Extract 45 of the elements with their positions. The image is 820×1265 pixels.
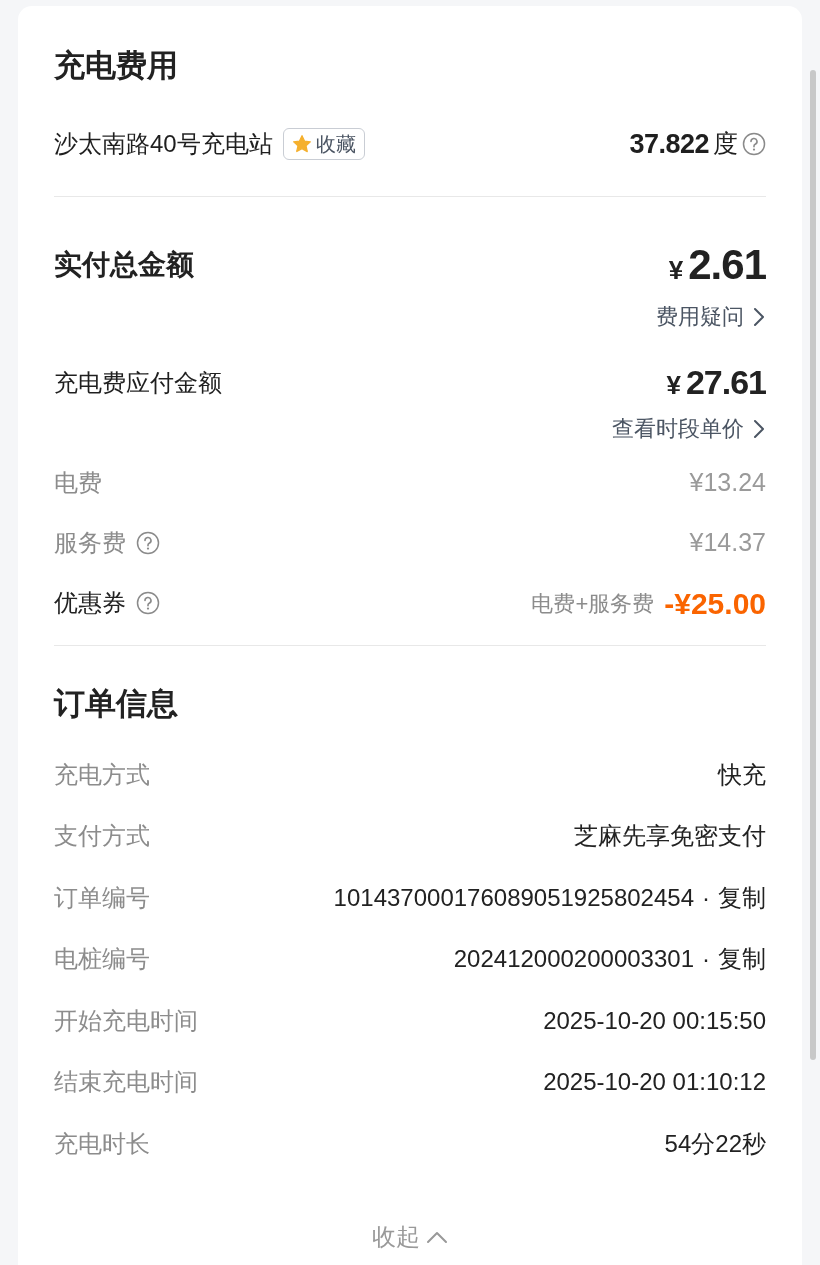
amount-label: 充电费应付金额: [54, 367, 222, 398]
section-title: 充电费用: [54, 47, 179, 85]
info-value: 101437000176089051925802454: [333, 882, 694, 913]
info-value: 54分22秒: [664, 1128, 766, 1159]
star-icon: [291, 134, 312, 154]
energy-unit: 度: [713, 128, 738, 160]
separator-dot: ·: [702, 882, 710, 913]
chevron-right-icon: [752, 417, 766, 440]
energy-amount: 37.822: [629, 127, 709, 161]
chevron-up-icon: [426, 1229, 448, 1244]
info-label: 开始充电时间: [54, 1005, 198, 1036]
separator-dot: ·: [702, 944, 710, 975]
info-label: 支付方式: [54, 821, 150, 852]
discount-scope: 电费+服务费: [531, 589, 655, 618]
fee-amount: ¥13.24: [689, 467, 766, 499]
scrollbar[interactable]: [810, 70, 816, 1060]
fee-label: 服务费: [54, 528, 126, 558]
fee-amount: ¥14.37: [689, 527, 766, 559]
copy-link[interactable]: 复制: [718, 941, 766, 978]
info-value: 快充: [718, 759, 766, 790]
station-name: 沙太南路40号充电站: [54, 129, 273, 159]
detail-link[interactable]: 查看时段单价: [612, 412, 766, 445]
amount-label: 实付总金额: [54, 247, 194, 282]
help-icon[interactable]: [136, 531, 160, 555]
fee-label: 电费: [54, 468, 102, 498]
info-value: 2025-10-20 00:15:50: [543, 1005, 766, 1036]
info-value: 202412000200003301: [453, 944, 694, 975]
info-label: 充电方式: [54, 759, 150, 790]
section-title: 订单信息: [54, 685, 179, 723]
amount-value: ¥2.61: [668, 240, 766, 290]
fee-amount: -¥25.00: [664, 585, 766, 622]
favorite-button[interactable]: 收藏: [282, 128, 365, 160]
info-label: 电桩编号: [54, 944, 150, 975]
detail-link[interactable]: 费用疑问: [656, 300, 766, 333]
help-icon[interactable]: [136, 591, 160, 615]
info-value: 芝麻先享免密支付: [574, 821, 766, 852]
info-label: 订单编号: [54, 882, 150, 913]
help-icon[interactable]: [742, 132, 766, 156]
chevron-right-icon: [752, 305, 766, 328]
copy-link[interactable]: 复制: [718, 879, 766, 916]
amount-value: ¥ 27.61: [666, 362, 766, 403]
fee-label: 优惠券: [54, 588, 126, 618]
info-value: 2025-10-20 01:10:12: [543, 1067, 766, 1098]
info-label: 结束充电时间: [54, 1067, 198, 1098]
info-label: 充电时长: [54, 1128, 150, 1159]
